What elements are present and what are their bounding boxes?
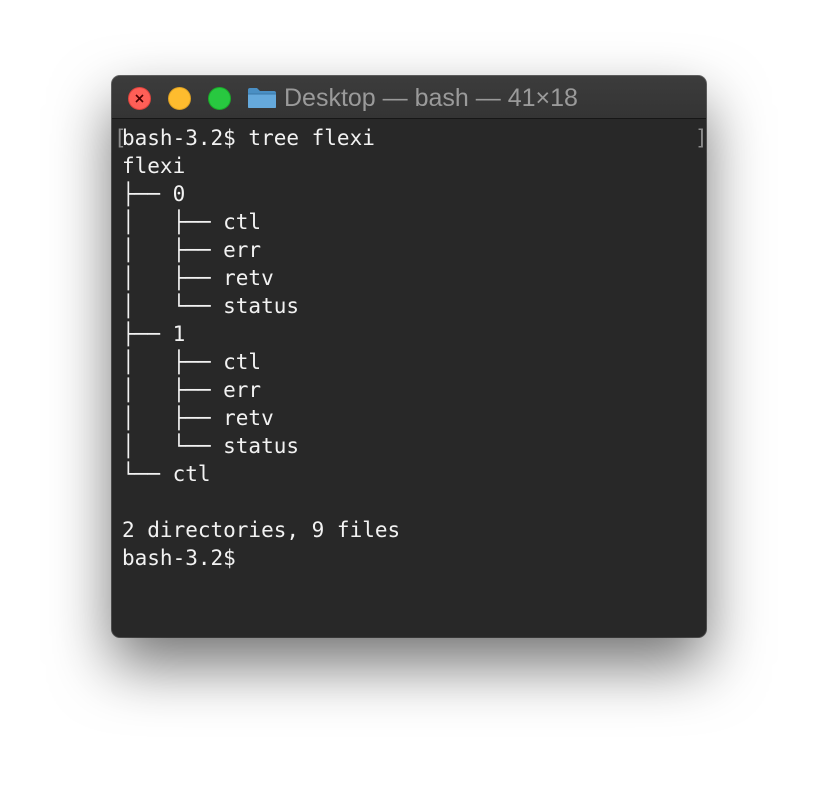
title-bar[interactable]: Desktop — bash — 41×18 [112,76,706,119]
terminal-line: │ ├── retv [122,406,274,430]
terminal-line: ├── 0 [122,182,186,206]
terminal-line: │ ├── err [122,238,262,262]
terminal-line: ├── 1 [122,322,186,346]
terminal-line-command: bash-3.2$ tree flexi [122,126,375,150]
folder-icon [248,88,276,108]
zoom-button[interactable] [208,87,231,110]
terminal-line-summary: 2 directories, 9 files [122,518,401,542]
terminal-line: │ ├── err [122,378,262,402]
close-icon [135,94,144,103]
window-title: Desktop — bash — 41×18 [284,84,578,112]
terminal-line: │ └── status [122,434,300,458]
terminal-prompt[interactable]: bash-3.2$ [122,544,236,572]
close-button[interactable] [128,87,151,110]
terminal-line: │ ├── ctl [122,210,262,234]
terminal-output[interactable]: [ ] bash-3.2$ tree flexi flexi ├── 0 │ ├… [112,120,706,637]
minimize-button[interactable] [168,87,191,110]
terminal-line: └── ctl [122,462,211,486]
mark-bracket-close: ] [695,124,706,152]
terminal-window: Desktop — bash — 41×18 [ ] bash-3.2$ tre… [112,76,706,637]
terminal-line: │ ├── ctl [122,350,262,374]
terminal-line: │ ├── retv [122,266,274,290]
terminal-line: │ └── status [122,294,300,318]
terminal-line: flexi [122,154,186,178]
